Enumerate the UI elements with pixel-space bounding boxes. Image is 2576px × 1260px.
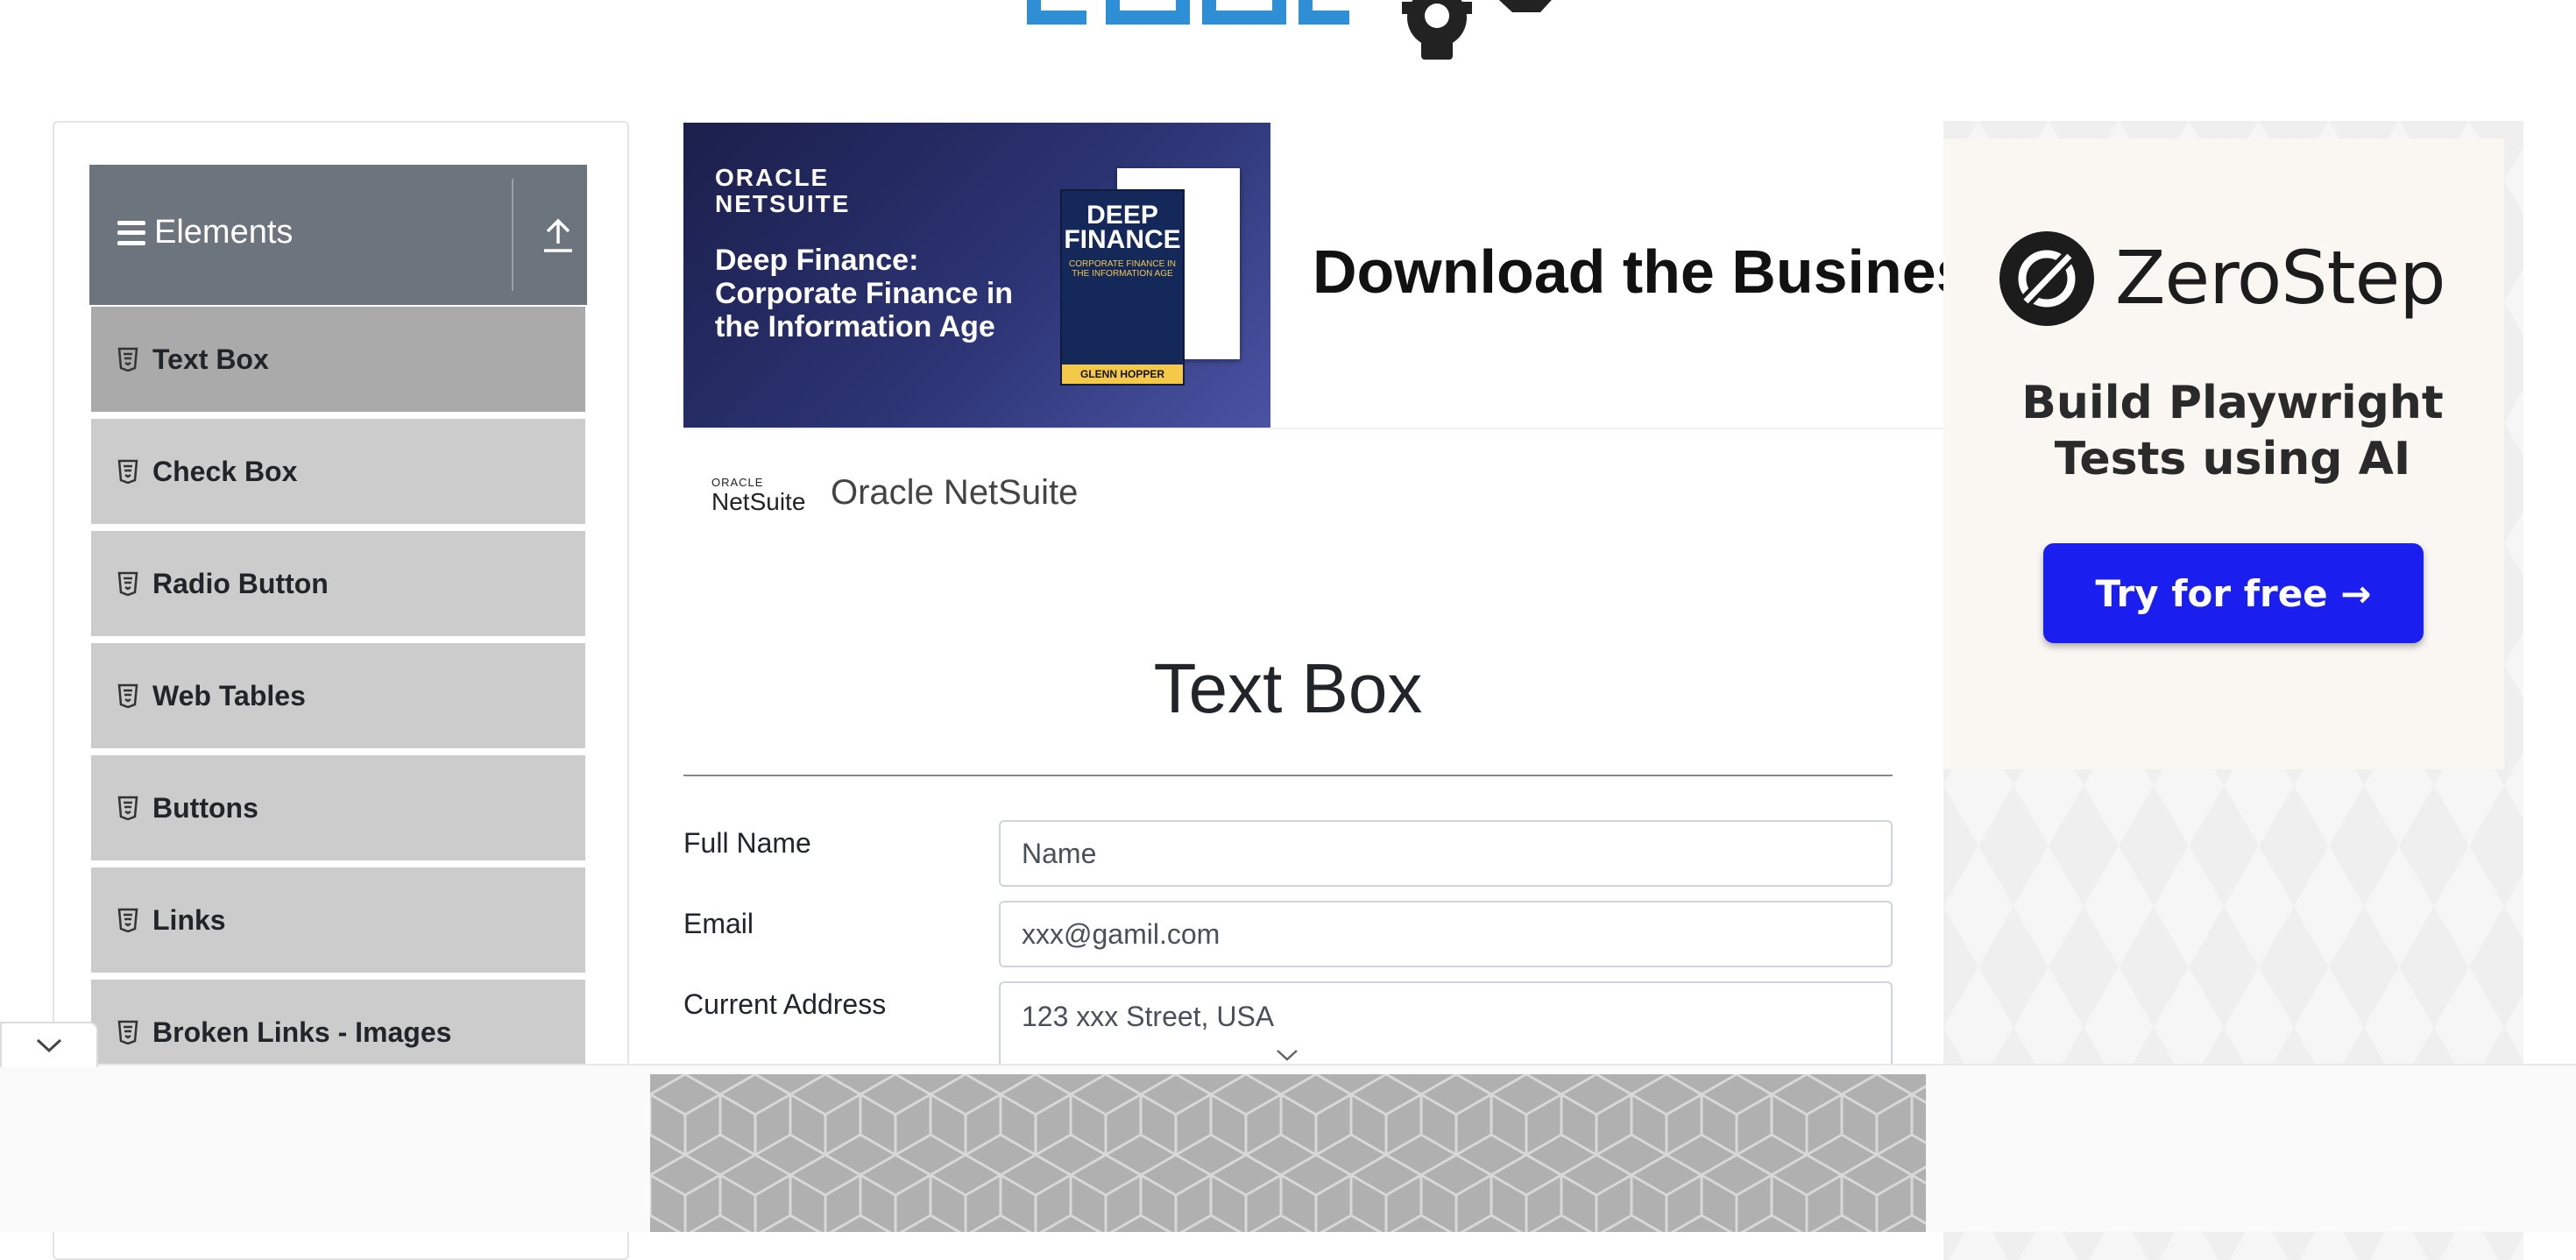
sidebar-item-label: Radio Button <box>152 567 329 599</box>
zerostep-brand: ZeroStep <box>2115 235 2446 321</box>
ad-book-cover: DEEP FINANCE CORPORATE FINANCE IN THE IN… <box>1060 189 1185 386</box>
ad-banner-image[interactable]: ORACLE NETSUITE Deep Finance: Corporate … <box>683 123 1270 429</box>
header-divider <box>512 179 513 291</box>
book-author: GLENN HOPPER <box>1062 365 1183 384</box>
title-divider <box>683 775 1893 776</box>
sidebar-item-label: Text Box <box>152 343 269 375</box>
sidebar-item-label: Broken Links - Images <box>152 1016 452 1048</box>
ad-title[interactable]: Download the Business <box>1313 237 1943 307</box>
full-name-input[interactable]: Name <box>999 820 1893 887</box>
collapse-ad-button[interactable] <box>0 1022 98 1067</box>
html5-icon <box>117 347 138 372</box>
site-logo[interactable] <box>1016 0 1577 63</box>
chevron-down-icon <box>36 1038 62 1053</box>
ad-brand-top: ORACLE <box>715 164 830 191</box>
sidebar-item-label: Web Tables <box>152 679 306 711</box>
ad-brand-bottom: NETSUITE <box>715 190 851 217</box>
zerostep-tagline: Build Playwright Tests using AI <box>2021 377 2444 485</box>
html5-icon <box>117 683 138 708</box>
html5-icon <box>117 459 138 484</box>
html5-icon <box>117 571 138 596</box>
sidebar-item-radio-button[interactable]: Radio Button <box>91 531 585 640</box>
sidebar-item-web-tables[interactable]: Web Tables <box>91 643 585 752</box>
collapse-up-icon[interactable] <box>541 216 576 254</box>
ad-brand-wordmark: ORACLE NETSUITE <box>715 165 850 217</box>
group-title: Elements <box>117 214 293 251</box>
advertiser-logo-top: ORACLE <box>711 476 764 489</box>
html5-icon <box>117 796 138 820</box>
try-for-free-button[interactable]: Try for free → <box>2043 543 2424 643</box>
sidebar-item-check-box[interactable]: Check Box <box>91 419 585 527</box>
elements-group-header[interactable]: Elements <box>89 165 587 305</box>
full-name-label: Full Name <box>683 827 811 859</box>
zerostep-card: ZeroStep Build Playwright Tests using AI… <box>1943 138 2504 769</box>
html5-icon <box>117 908 138 932</box>
zerostep-logo-icon <box>1999 231 2094 326</box>
sidebar-item-buttons[interactable]: Buttons <box>91 755 585 864</box>
html5-icon <box>117 1020 138 1044</box>
group-title-label: Elements <box>154 214 294 251</box>
advertiser-logo-bottom: NetSuite <box>711 488 806 515</box>
email-input[interactable]: xxx@gamil.com <box>999 901 1893 967</box>
sidebar-item-label: Links <box>152 903 226 936</box>
book-title: DEEP FINANCE <box>1064 201 1181 254</box>
hamburger-icon <box>117 220 145 245</box>
advertiser-logo[interactable]: ORACLE NetSuite <box>711 476 806 517</box>
ad-headline: Deep Finance: Corporate Finance in the I… <box>715 244 1014 343</box>
sidebar-item-label: Buttons <box>152 791 258 824</box>
advertiser-name[interactable]: Oracle NetSuite <box>831 473 1078 513</box>
current-address-label: Current Address <box>683 988 887 1020</box>
sidebar-item-text-box[interactable]: Text Box <box>91 307 585 415</box>
book-subtitle: CORPORATE FINANCE IN THE INFORMATION AGE <box>1068 259 1177 279</box>
cube-pattern <box>650 1074 1926 1232</box>
ad-separator <box>683 428 1945 429</box>
email-label: Email <box>683 908 754 939</box>
sidebar-item-label: Check Box <box>152 455 298 487</box>
page-title: Text Box <box>1153 649 1423 727</box>
chevron-down-icon <box>1277 1050 1298 1061</box>
sidebar-item-links[interactable]: Links <box>91 867 585 976</box>
bottom-ad-banner[interactable] <box>650 1074 1926 1232</box>
